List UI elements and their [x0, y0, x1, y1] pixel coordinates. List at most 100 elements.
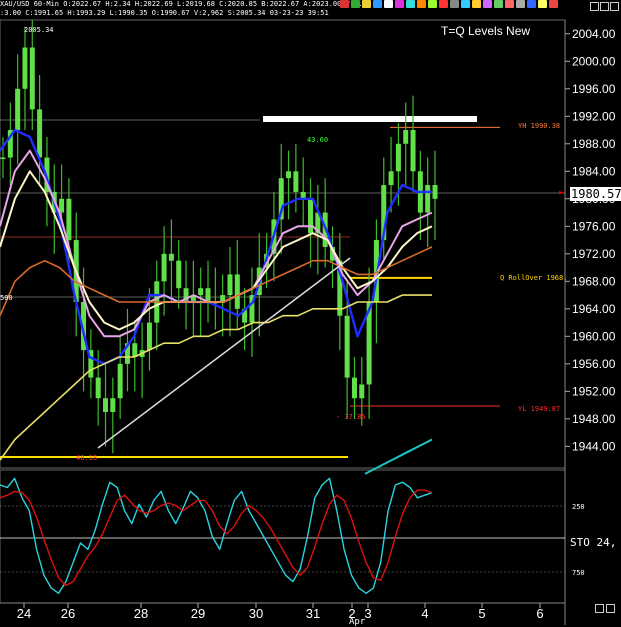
y-tick-label: 1960.00 — [572, 329, 616, 343]
chart-title: T=Q Levels New — [441, 24, 531, 38]
level-label: YH 1990.38 — [518, 122, 560, 130]
candle-body — [59, 198, 65, 213]
x-tick-label: 3 — [364, 606, 371, 621]
toolbar-icon-18[interactable] — [538, 0, 547, 8]
candle-body — [410, 130, 416, 172]
toolbar-icon-2[interactable] — [362, 0, 371, 8]
x-tick-label: 4 — [421, 606, 428, 621]
y-tick-label: 1988.00 — [572, 137, 616, 151]
candle-body — [351, 377, 357, 399]
toolbar-icon-9[interactable] — [439, 0, 448, 8]
toolbar-icon-6[interactable] — [406, 0, 415, 8]
candle-body — [388, 171, 394, 186]
toolbar-icon-0[interactable] — [340, 0, 349, 8]
chart-annotation: 40.18 — [76, 454, 97, 462]
x-tick-label: 5 — [478, 606, 485, 621]
y-tick-label: 2004.00 — [572, 27, 616, 41]
toolbar-icon-7[interactable] — [417, 0, 426, 8]
chart-annotation: 43.60 — [307, 136, 328, 144]
y-tick-label: 1948.00 — [572, 412, 616, 426]
candle-body — [146, 322, 152, 351]
stochastic-pane-frame — [0, 469, 566, 604]
maximize-button[interactable] — [600, 2, 609, 11]
toolbar-icon-17[interactable] — [527, 0, 536, 8]
candle-body — [286, 171, 292, 179]
candle-body — [0, 157, 6, 160]
y-tick-label: 2000.00 — [572, 54, 616, 68]
month-label: Apr — [349, 617, 366, 627]
candle-body — [117, 363, 123, 399]
x-tick-label: 30 — [249, 606, 263, 621]
trading-chart-window: 2004.00 2000.00 1996.00 1992.00 1988.00 1984.… — [0, 0, 621, 627]
candle-body — [37, 109, 43, 158]
candle-body — [403, 130, 409, 144]
candle-body — [29, 47, 35, 110]
candle-body — [425, 185, 431, 213]
chart-annotation: 2005.34 — [24, 26, 54, 34]
toolbar-icon-15[interactable] — [505, 0, 514, 8]
level-label: Q RollOver 1968. — [500, 274, 567, 282]
y-tick-label: 1956.00 — [572, 357, 616, 371]
toolbar-icon-11[interactable] — [461, 0, 470, 8]
y-tick-label: 1968.00 — [572, 274, 616, 288]
stochastic-tick-label: 750 — [572, 569, 585, 577]
candle-body — [66, 198, 72, 241]
toolbar — [340, 0, 561, 9]
toolbar-icon-13[interactable] — [483, 0, 492, 8]
candle-body — [359, 384, 365, 399]
toolbar-icon-8[interactable] — [428, 0, 437, 8]
toolbar-icon-19[interactable] — [549, 0, 558, 8]
chart-canvas[interactable]: 2004.00 2000.00 1996.00 1992.00 1988.00 1984.… — [0, 0, 621, 625]
moving-average-line — [364, 438, 433, 475]
candle-body — [432, 185, 438, 199]
stochastic-label: STO 24, — [570, 536, 617, 549]
scroll-left-button[interactable] — [595, 604, 604, 613]
quote-header-secondary: :3.00 C:1991.65 H:1993.29 L:1990.35 O:19… — [0, 9, 329, 17]
chart-annotation: 500 — [0, 294, 13, 302]
y-tick-label: 1984.00 — [572, 164, 616, 178]
x-tick-label: 28 — [134, 606, 148, 621]
x-tick-label: 24 — [17, 606, 31, 621]
candle-body — [168, 253, 174, 261]
x-tick-label: 6 — [536, 606, 543, 621]
toolbar-icon-5[interactable] — [395, 0, 404, 8]
toolbar-icon-12[interactable] — [472, 0, 481, 8]
candle-body — [293, 171, 299, 192]
price-pane-frame — [0, 19, 566, 469]
toolbar-icon-14[interactable] — [494, 0, 503, 8]
y-tick-label: 1944.00 — [572, 439, 616, 453]
candle-body — [395, 143, 401, 172]
minimize-button[interactable] — [590, 2, 599, 11]
x-tick-label: 26 — [61, 606, 75, 621]
candle-body — [22, 47, 28, 89]
stochastic-line — [0, 477, 433, 594]
toolbar-icon-16[interactable] — [516, 0, 525, 8]
candle-body — [161, 253, 167, 282]
x-tick-label: 29 — [191, 606, 205, 621]
toolbar-icon-1[interactable] — [351, 0, 360, 8]
toolbar-icon-10[interactable] — [450, 0, 459, 8]
close-button[interactable] — [610, 2, 619, 11]
y-tick-label: 1952.00 — [572, 384, 616, 398]
level-label: YL 1949.87 — [518, 405, 560, 413]
chart-annotation: - 37.85 — [336, 413, 366, 421]
stochastic-tick-label: 250 — [572, 503, 585, 511]
y-tick-label: 1972.00 — [572, 247, 616, 261]
y-tick-label: 1996.00 — [572, 82, 616, 96]
toolbar-icon-3[interactable] — [373, 0, 382, 8]
candle-body — [132, 343, 138, 357]
candle-body — [198, 288, 204, 296]
x-tick-label: 31 — [306, 606, 320, 621]
toolbar-icon-4[interactable] — [384, 0, 393, 8]
candle-body — [15, 88, 21, 131]
candle-body — [110, 398, 116, 412]
scroll-right-button[interactable] — [606, 604, 615, 613]
y-tick-label: 1976.00 — [572, 219, 616, 233]
candle-body — [227, 274, 233, 296]
candle-body — [344, 315, 350, 378]
candle-body — [176, 260, 182, 289]
last-price-marker: 1980.57 — [570, 187, 621, 201]
y-tick-label: 1992.00 — [572, 109, 616, 123]
candle-body — [103, 398, 109, 412]
candle-body — [234, 274, 240, 309]
